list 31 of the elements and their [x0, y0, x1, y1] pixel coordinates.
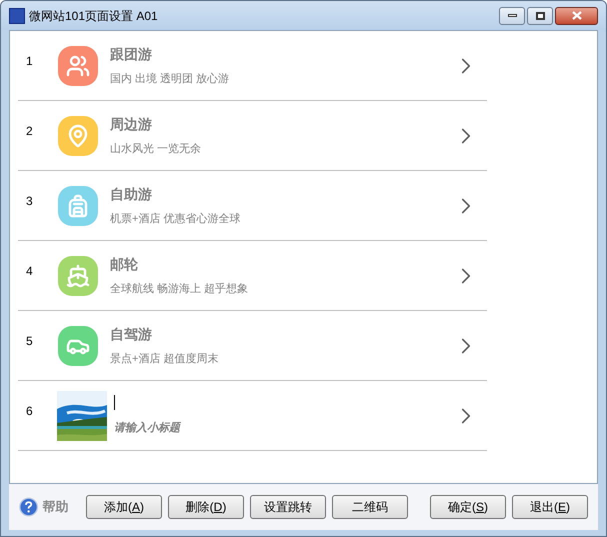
minimize-button[interactable]	[499, 6, 525, 24]
text-cursor	[114, 394, 115, 410]
dialog-button[interactable]: 删除(D)	[168, 495, 244, 519]
subtitle-field[interactable]: 请输入小标题	[114, 420, 314, 437]
item-title: 跟团游	[110, 44, 153, 64]
help-icon[interactable]	[19, 496, 38, 518]
maximize-button[interactable]	[527, 6, 553, 24]
item-subtitle: 全球航线 畅游海上 超乎想象	[110, 282, 250, 297]
item-subtitle: 山水风光 一览无余	[110, 142, 202, 157]
item-subtitle: 景点+酒店 超值度周末	[110, 352, 220, 367]
dialog-button[interactable]: 添加(A)	[86, 495, 162, 519]
item-title: 周边游	[110, 114, 153, 134]
dialog-button[interactable]: 二维码	[332, 495, 408, 519]
item-subtitle: 机票+酒店 优惠省心游全球	[110, 212, 242, 227]
dialog-button[interactable]: 退出(E)	[512, 495, 588, 519]
row-number: 2	[25, 122, 34, 140]
dialog-button[interactable]: 设置跳转	[250, 495, 326, 519]
item-title: 邮轮	[110, 254, 139, 274]
app-icon	[9, 8, 25, 24]
item-title: 自驾游	[110, 324, 153, 344]
item-title: 自助游	[110, 184, 153, 204]
item-subtitle: 国内 出境 透明团 放心游	[110, 72, 230, 87]
row-number: 6	[25, 402, 34, 420]
close-icon	[572, 11, 582, 20]
close-button[interactable]	[555, 6, 598, 24]
row-number: 5	[25, 332, 34, 350]
row-number: 4	[25, 262, 34, 280]
row-number: 1	[25, 52, 34, 70]
row-number: 3	[25, 192, 34, 210]
window-title: 微网站101页面设置 A01	[29, 8, 158, 24]
dialog-button[interactable]: 确定(S)	[430, 495, 506, 519]
